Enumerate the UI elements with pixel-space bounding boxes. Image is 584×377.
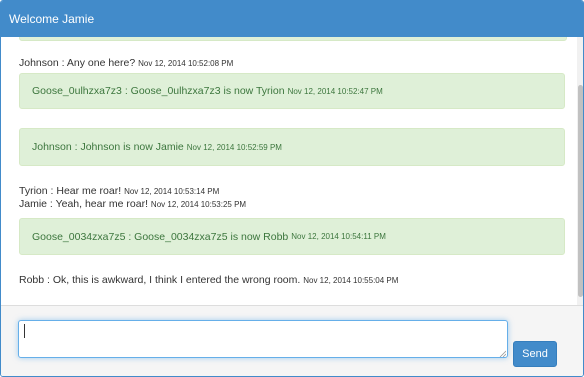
notice-timestamp: Nov 12, 2014 10:52:47 PM <box>287 86 383 96</box>
chat-panel: Welcome Jamie Johnson : Any one here? No… <box>0 0 584 377</box>
notice-sender: Goose_0ulhzxa7z3 <box>32 85 122 97</box>
message-list[interactable]: Johnson : Any one here? Nov 12, 2014 10:… <box>1 37 583 305</box>
message-timestamp: Nov 12, 2014 10:55:04 PM <box>303 276 399 285</box>
message-timestamp: Nov 12, 2014 10:53:14 PM <box>124 187 220 196</box>
notice-timestamp: Nov 12, 2014 10:52:59 PM <box>186 142 282 152</box>
chat-message: Robb : Ok, this is awkward, I think I en… <box>19 274 399 286</box>
resize-grip-icon[interactable] <box>499 350 506 357</box>
message-text: Any one here? <box>66 57 136 69</box>
scrollbar-thumb[interactable] <box>578 85 583 297</box>
chat-message: Tyrion : Hear me roar! Nov 12, 2014 10:5… <box>19 185 220 197</box>
notice-timestamp: Nov 12, 2014 10:54:11 PM <box>291 232 386 241</box>
chat-message: Johnson : Any one here? Nov 12, 2014 10:… <box>19 57 234 69</box>
message-timestamp: Nov 12, 2014 10:52:08 PM <box>138 59 234 68</box>
message-sender: Jamie <box>19 198 48 210</box>
message-input[interactable] <box>18 320 508 358</box>
message-timestamp: Nov 12, 2014 10:53:25 PM <box>150 200 247 209</box>
composer-footer: Send <box>1 305 583 376</box>
notice-text: Goose_0034zxa7z5 is now Robb <box>134 230 289 243</box>
notice-sender: Goose_0034zxa7z5 <box>32 230 126 243</box>
message-sender: Robb <box>19 274 45 286</box>
notice-text: Johnson is now Jamie <box>80 141 184 153</box>
chat-message: Jamie : Yeah, hear me roar! Nov 12, 2014… <box>19 198 247 210</box>
send-button[interactable]: Send <box>513 341 557 367</box>
text-caret <box>24 324 25 338</box>
notice-text: Goose_0ulhzxa7z3 is now Tyrion <box>130 85 285 97</box>
message-sender: Johnson <box>19 57 59 69</box>
message-text: Ok, this is awkward, I think I entered t… <box>52 274 301 286</box>
message-sender: Tyrion <box>19 185 48 197</box>
scrollbar-track[interactable] <box>577 37 583 305</box>
message-text: Hear me roar! <box>56 185 122 197</box>
previous-notice-edge <box>19 37 567 41</box>
panel-header: Welcome Jamie <box>1 1 583 37</box>
notice-message: Goose_0034zxa7z5 : Goose_0034zxa7z5 is n… <box>19 218 565 255</box>
message-text: Yeah, hear me roar! <box>55 198 148 210</box>
notice-message: Johnson : Johnson is now Jamie Nov 12, 20… <box>19 128 565 166</box>
notice-sender: Johnson <box>32 141 72 153</box>
notice-message: Goose_0ulhzxa7z3 : Goose_0ulhzxa7z3 is n… <box>19 73 565 109</box>
welcome-title: Welcome Jamie <box>9 12 95 26</box>
